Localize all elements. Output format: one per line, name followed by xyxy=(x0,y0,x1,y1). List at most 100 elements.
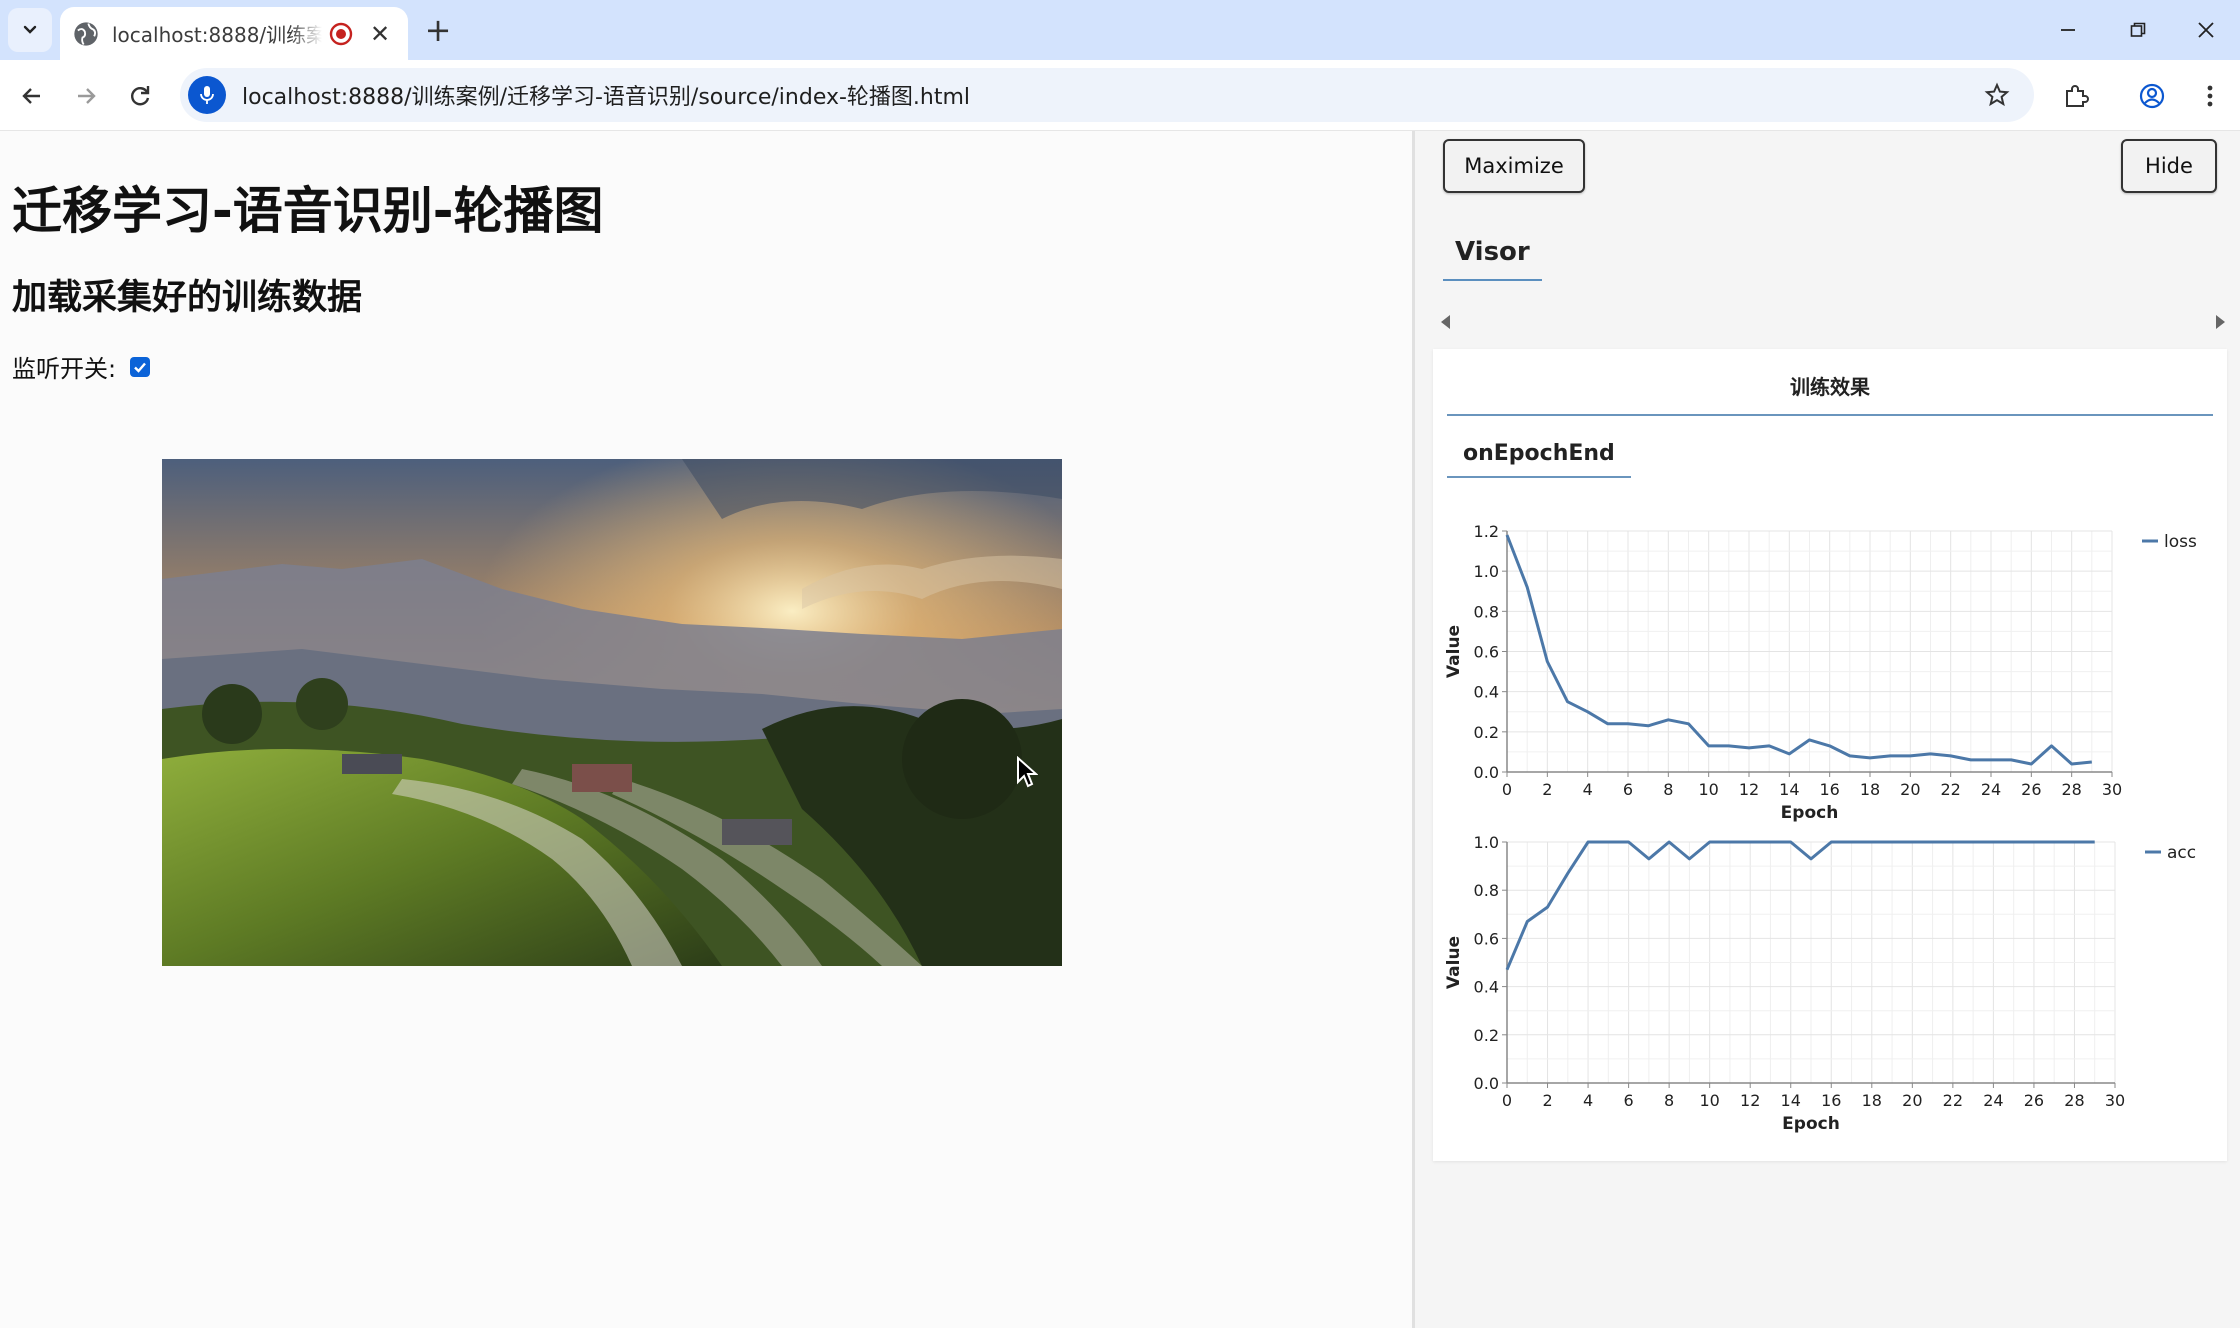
globe-icon xyxy=(74,21,98,46)
listen-label: 监听开关: xyxy=(12,355,117,383)
training-charts: 0 2 4 6 8 10 12 14 16 18 20 22 24 26 28 300.00.20.40.60… xyxy=(1444,522,2197,1134)
checkmark-icon xyxy=(134,362,147,373)
chart0-y-tick-label: 1.0 xyxy=(1474,562,1499,581)
chart1-legend-label: acc xyxy=(2167,843,2196,863)
tab-strip: localhost:8888/训练案例/迁移学习-语音识别-轮播图 ✕ + xyxy=(0,0,2240,60)
tab-title: localhost:8888/训练案例/迁移学习-语音识别-轮播图 xyxy=(112,23,322,47)
page-content: 迁移学习-语音识别-轮播图 加载采集好的训练数据 监听开关: xyxy=(0,131,1412,1328)
chart0-x-tick-label: 18 xyxy=(1860,780,1880,799)
visor-surface-card: 训练效果 onEpochEnd 0 2 4 6 8 10 12 14 16 18 20 22 24 26 2… xyxy=(1433,349,2227,1161)
chart1-x-tick-label: 24 xyxy=(1983,1091,2003,1110)
chevron-down-icon xyxy=(23,25,37,34)
chart1-x-tick-label: 0 xyxy=(1502,1091,1512,1110)
chart0-x-tick-label: 6 xyxy=(1623,780,1633,799)
chart0-legend-label: loss xyxy=(2164,532,2197,552)
chart0-y-tick-label: 0.2 xyxy=(1474,723,1499,742)
chart0-x-axis-title: Epoch xyxy=(1781,803,1839,823)
chart1-y-tick-label: 0.4 xyxy=(1474,978,1499,997)
chart1-y-tick-label: 0.8 xyxy=(1474,881,1499,900)
chart1-y-tick-label: 0.0 xyxy=(1474,1074,1499,1093)
listen-checkbox[interactable] xyxy=(130,356,151,377)
chart1-x-tick-label: 22 xyxy=(1943,1091,1963,1110)
chart0-x-tick-label: 26 xyxy=(2021,780,2041,799)
chart1-y-axis-title: Value xyxy=(1444,936,1464,989)
chart1-y-tick-label: 0.2 xyxy=(1474,1026,1499,1045)
arrow-right-icon xyxy=(78,88,96,104)
listen-toggle-row: 监听开关: xyxy=(12,349,151,384)
chart1-x-axis-title: Epoch xyxy=(1782,1114,1840,1134)
chart1-x-tick-label: 18 xyxy=(1862,1091,1882,1110)
scroll-left-arrow-icon[interactable] xyxy=(1439,314,1453,330)
tab-close-icon[interactable]: ✕ xyxy=(370,20,390,48)
window-restore-button[interactable] xyxy=(2108,10,2168,50)
new-tab-button[interactable]: + xyxy=(418,11,458,49)
chart0-y-tick-label: 0.8 xyxy=(1474,602,1499,621)
reload-icon xyxy=(131,86,150,106)
recording-indicator-icon xyxy=(329,22,353,45)
chart0-x-tick-label: 28 xyxy=(2061,780,2081,799)
minimize-icon xyxy=(2061,29,2075,31)
hide-button[interactable]: Hide xyxy=(2121,139,2217,193)
page-subtitle: 加载采集好的训练数据 xyxy=(12,278,363,318)
arrow-left-icon xyxy=(22,88,40,104)
visor-tab[interactable]: Visor xyxy=(1443,237,1542,281)
chart1-series-line-acc xyxy=(1505,840,2095,971)
mouse-cursor-icon xyxy=(1017,756,1038,788)
reload-button[interactable] xyxy=(118,74,162,118)
chart0-x-tick-label: 20 xyxy=(1900,780,1920,799)
chart1-x-tick-label: 28 xyxy=(2064,1091,2084,1110)
chart0-x-tick-label: 4 xyxy=(1583,780,1593,799)
chart0-x-tick-label: 0 xyxy=(1502,780,1512,799)
chart0-x-tick-label: 2 xyxy=(1542,780,1552,799)
chart1-x-tick-label: 26 xyxy=(2024,1091,2044,1110)
address-bar[interactable]: localhost:8888/训练案例/迁移学习-语音识别/source/ind… xyxy=(180,68,2034,122)
url-text[interactable]: localhost:8888/训练案例/迁移学习-语音识别/source/ind… xyxy=(242,79,970,111)
chart1-x-tick-label: 6 xyxy=(1624,1091,1634,1110)
chart1-x-tick-label: 10 xyxy=(1699,1091,1719,1110)
profile-button[interactable] xyxy=(2130,74,2174,118)
more-vertical-icon xyxy=(2207,85,2213,107)
chart1-x-tick-label: 4 xyxy=(1583,1091,1593,1110)
page-title: 迁移学习-语音识别-轮播图 xyxy=(12,182,604,240)
account-circle-icon xyxy=(2139,83,2165,109)
extensions-button[interactable] xyxy=(2054,74,2098,118)
more-menu-button[interactable] xyxy=(2188,74,2232,118)
chart0-y-tick-label: 0.0 xyxy=(1474,763,1499,782)
browser-toolbar: localhost:8888/训练案例/迁移学习-语音识别/source/ind… xyxy=(0,60,2240,131)
chart1-x-tick-label: 30 xyxy=(2105,1091,2125,1110)
chart0-x-tick-label: 10 xyxy=(1698,780,1718,799)
chart0-x-tick-label: 24 xyxy=(1981,780,2001,799)
visor-panel: Maximize Hide Visor 训练效果 onEpochEnd 0246… xyxy=(1412,131,2240,1328)
chart0-x-tick-label: 8 xyxy=(1663,780,1673,799)
chart0-y-tick-label: 1.2 xyxy=(1474,522,1499,541)
close-icon xyxy=(2198,22,2214,38)
chart1-x-tick-label: 8 xyxy=(1664,1091,1674,1110)
scroll-right-arrow-icon[interactable] xyxy=(2213,314,2227,330)
chart1-x-tick-label: 16 xyxy=(1821,1091,1841,1110)
tab-search-button[interactable] xyxy=(8,8,52,52)
chart1-x-tick-label: 20 xyxy=(1902,1091,1922,1110)
maximize-button[interactable]: Maximize xyxy=(1443,139,1585,193)
chart1-x-tick-label: 2 xyxy=(1542,1091,1552,1110)
restore-icon xyxy=(2130,22,2146,37)
chart0-y-tick-label: 0.6 xyxy=(1474,643,1499,662)
microphone-icon[interactable] xyxy=(188,76,226,114)
window-close-button[interactable] xyxy=(2176,10,2236,50)
chart1-y-tick-label: 1.0 xyxy=(1474,833,1499,852)
carousel-image[interactable] xyxy=(162,459,1062,966)
chart0-x-tick-label: 16 xyxy=(1819,780,1839,799)
forward-button[interactable] xyxy=(64,74,108,118)
window-minimize-button[interactable] xyxy=(2038,10,2098,50)
chart0-series-line-loss xyxy=(1505,534,2092,766)
puzzle-icon xyxy=(2066,85,2089,107)
chart0-y-tick-label: 0.4 xyxy=(1474,683,1499,702)
chart0-x-tick-label: 22 xyxy=(1940,780,1960,799)
chart0-y-axis-title: Value xyxy=(1444,625,1464,678)
chart0-x-tick-label: 30 xyxy=(2102,780,2122,799)
chart0-x-tick-label: 12 xyxy=(1739,780,1759,799)
rice-terrace-landscape-image xyxy=(162,459,1062,966)
chart1-y-tick-label: 0.6 xyxy=(1474,929,1499,948)
browser-tab-active[interactable]: localhost:8888/训练案例/迁移学习-语音识别-轮播图 ✕ xyxy=(60,7,408,60)
back-button[interactable] xyxy=(10,74,54,118)
bookmark-star-icon[interactable] xyxy=(1978,76,2016,114)
